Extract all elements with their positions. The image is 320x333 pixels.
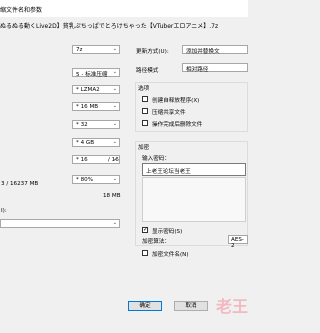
memory-usage-label: 3 / 16237 MB (1, 181, 39, 187)
encryption-method-select[interactable]: AES-2 (228, 235, 248, 249)
threads-value: * 16 (76, 156, 88, 163)
update-mode-label: 更新方式(U): (136, 49, 169, 55)
chevron-down-icon: ⌄ (112, 121, 117, 127)
show-password-label: 显示密码(S) (152, 229, 183, 235)
options-title: 选项 (138, 86, 150, 92)
path-mode-select[interactable]: 相对路径 (182, 63, 248, 73)
encrypt-names-label: 加密文件名(N) (152, 252, 189, 258)
level-value: 5 - 标准压缩 (76, 71, 108, 78)
encryption-title: 加密 (138, 145, 150, 151)
password-value: 上老王论坛当老王 (146, 169, 191, 175)
shared-files-label: 压缩共享文件 (152, 110, 186, 116)
update-mode-value: 添加并替换文 (186, 48, 220, 55)
delete-after-label: 操作完成后删除文件 (152, 122, 203, 128)
cancel-button[interactable]: 取消 (174, 301, 208, 311)
title-bar: 缩文件名和参数 (0, 0, 248, 17)
window-title: 缩文件名和参数 (0, 7, 43, 14)
encryption-method-label: 加密算法： (142, 239, 170, 245)
split-volume-select[interactable]: ⌄ (0, 219, 120, 228)
dictionary-value: * 16 MB (76, 103, 99, 110)
memory-percent-value: * 80% (76, 176, 94, 183)
block-size-select[interactable]: * 4 GB ⌄ (72, 138, 120, 147)
encrypt-names-checkbox[interactable] (142, 250, 148, 256)
chevron-down-icon: ⌄ (112, 86, 117, 92)
memory-percent-select[interactable]: * 80% ⌄ (72, 175, 120, 184)
format-value: 7z (76, 46, 83, 53)
format-select[interactable]: 7z ⌄ (72, 45, 120, 54)
level-select[interactable]: 5 - 标准压缩 ⌄ (72, 68, 120, 78)
archive-name-field[interactable]: ぬるぬる動くLive2D】貧乳ぷちっぱでとろけちゃった【VTuberエロアニメ】… (0, 21, 218, 30)
password-label: 输入密码： (142, 156, 170, 162)
chevron-down-icon: ⌄ (112, 220, 117, 226)
password-input[interactable]: 上老王论坛当老王 (142, 163, 246, 176)
word-size-select[interactable]: * 32 ⌄ (72, 120, 120, 129)
encryption-method-value: AES-2 (231, 236, 244, 249)
shared-files-checkbox[interactable] (142, 108, 148, 114)
show-password-checkbox[interactable] (142, 226, 148, 233)
method-select[interactable]: * LZMA2 ⌄ (72, 85, 120, 94)
method-value: * LZMA2 (76, 86, 100, 93)
reenter-password-input[interactable] (142, 177, 246, 222)
block-size-value: * 4 GB (76, 139, 95, 146)
update-mode-select[interactable]: 添加并替换文 (182, 45, 248, 55)
chevron-down-icon: ⌄ (112, 103, 117, 109)
chevron-down-icon: ⌄ (112, 176, 117, 182)
word-size-value: * 32 (76, 121, 88, 128)
threads-max: / 16 (108, 157, 119, 163)
decompression-memory: 18 MB (103, 193, 121, 199)
dictionary-select[interactable]: * 16 MB ⌄ (72, 102, 120, 111)
path-mode-value: 相对路径 (186, 66, 209, 73)
ok-button[interactable]: 确定 (128, 301, 162, 311)
watermark-logo: 老王 (216, 297, 249, 316)
delete-after-checkbox[interactable] (142, 120, 148, 126)
path-mode-label: 路径模式 (136, 68, 159, 74)
sfx-checkbox[interactable] (142, 96, 148, 102)
chevron-down-icon: ⌄ (112, 46, 117, 52)
chevron-down-icon: ⌄ (112, 69, 117, 75)
chevron-down-icon: ⌄ (112, 139, 117, 145)
split-volume-label: I): (1, 208, 7, 214)
sfx-label: 创建自释放程序(X) (152, 98, 200, 104)
